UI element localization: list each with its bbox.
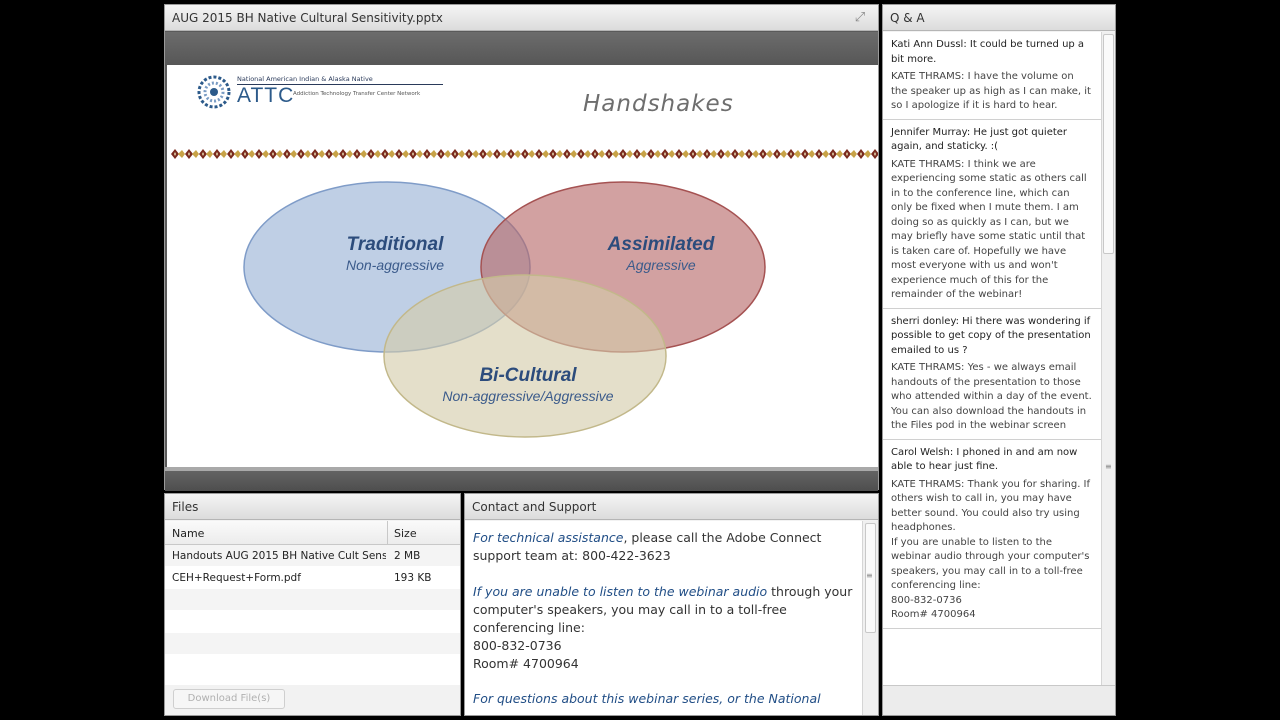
venn-label-bicultural: Bi-Cultural xyxy=(479,365,577,386)
qa-pod-header: Q & A xyxy=(883,5,1115,31)
scroll-grip-icon: ≡ xyxy=(1105,462,1112,471)
qa-question: Carol Welsh: I phoned in and am now able… xyxy=(891,446,1078,473)
file-name: CEH+Request+Form.pdf xyxy=(172,572,301,584)
contact-support-text: For technical assistance, please call th… xyxy=(465,521,862,715)
table-row[interactable]: Handouts AUG 2015 BH Native Cult Sens.pd… xyxy=(165,545,460,567)
conference-phone: 800-832-0736 xyxy=(473,638,562,653)
contact-pod-header: Contact and Support xyxy=(465,494,878,520)
qa-question: Kati Ann Dussl: It could be turned up a … xyxy=(891,39,1085,65)
table-row-empty xyxy=(165,633,460,655)
qa-scrollbar[interactable]: ≡ xyxy=(1101,32,1115,687)
venn-diagram: Traditional Non-aggressive Assimilated A… xyxy=(243,181,766,438)
qa-answer: KATE THRAMS: I think we are experiencing… xyxy=(891,158,1087,301)
qa-item[interactable]: sherri donley: Hi there was wondering if… xyxy=(883,309,1101,440)
contact-support-pod: Contact and Support For technical assist… xyxy=(464,493,879,716)
decorative-border xyxy=(171,149,878,159)
share-toolbar xyxy=(165,32,878,66)
presentation-slide: National American Indian & Alaska Native… xyxy=(167,65,878,467)
file-size: 193 KB xyxy=(394,572,432,584)
qa-answer: KATE THRAMS: I have the volume on the sp… xyxy=(891,71,1091,111)
qa-item[interactable]: Jennifer Murray: He just got quieter aga… xyxy=(883,120,1101,309)
column-header-name[interactable]: Name xyxy=(172,527,204,540)
audio-paragraph: If you are unable to listen to the webin… xyxy=(473,584,853,671)
logo-acronym: ATTC xyxy=(237,84,295,107)
file-size: 2 MB xyxy=(394,550,421,562)
slide-title: Handshakes xyxy=(583,91,734,117)
fullscreen-icon[interactable]: ⤢ xyxy=(852,11,868,25)
venn-circle-bicultural xyxy=(383,274,667,438)
questions-paragraph: For questions about this webinar series,… xyxy=(473,691,821,706)
files-pod: Files Name Size Handouts AUG 2015 BH Nat… xyxy=(164,493,461,716)
files-pod-header: Files xyxy=(165,494,460,520)
share-pod-header: AUG 2015 BH Native Cultural Sensitivity.… xyxy=(165,5,878,31)
venn-sublabel-bicultural: Non-aggressive/Aggressive xyxy=(442,388,613,404)
files-table-header: Name Size xyxy=(165,521,460,545)
adobe-connect-room: AUG 2015 BH Native Cultural Sensitivity.… xyxy=(0,0,1280,720)
table-row-empty xyxy=(165,611,460,633)
qa-pod: Q & A Kati Ann Dussl: It could be turned… xyxy=(882,4,1116,716)
scrollbar-thumb[interactable] xyxy=(1103,34,1114,254)
logo-subtitle: Addiction Technology Transfer Center Net… xyxy=(293,91,421,97)
technical-assistance-paragraph: For technical assistance, please call th… xyxy=(473,530,822,563)
qa-question: Jennifer Murray: He just got quieter aga… xyxy=(891,126,1068,153)
files-table: Name Size Handouts AUG 2015 BH Native Cu… xyxy=(165,521,460,685)
files-table-body: Handouts AUG 2015 BH Native Cult Sens.pd… xyxy=(165,545,460,677)
venn-label-assimilated: Assimilated xyxy=(607,234,715,255)
venn-sublabel-assimilated: Aggressive xyxy=(625,257,695,273)
qa-pod-title: Q & A xyxy=(890,11,925,25)
contact-scrollbar[interactable]: ≡ xyxy=(862,521,878,715)
qa-item[interactable]: Kati Ann Dussl: It could be turned up a … xyxy=(883,32,1101,120)
share-bottom-bar xyxy=(165,467,878,491)
logo-org-line: National American Indian & Alaska Native xyxy=(237,75,373,83)
download-files-button[interactable]: Download File(s) xyxy=(173,689,285,709)
share-pod-title: AUG 2015 BH Native Cultural Sensitivity.… xyxy=(172,11,443,25)
share-pod: AUG 2015 BH Native Cultural Sensitivity.… xyxy=(164,4,879,491)
qa-question: sherri donley: Hi there was wondering if… xyxy=(891,315,1091,356)
venn-sublabel-traditional: Non-aggressive xyxy=(346,257,444,273)
conference-room: Room# 4700964 xyxy=(473,656,579,671)
attc-logo-mark xyxy=(197,75,231,109)
file-name: Handouts AUG 2015 BH Native Cult Sens.pd… xyxy=(172,550,386,562)
qa-list: Kati Ann Dussl: It could be turned up a … xyxy=(883,32,1101,687)
qa-answer: KATE THRAMS: Thank you for sharing. If o… xyxy=(891,478,1091,621)
qa-input-area[interactable] xyxy=(883,685,1115,715)
qa-item[interactable]: Carol Welsh: I phoned in and am now able… xyxy=(883,440,1101,629)
attc-logo: National American Indian & Alaska Native… xyxy=(197,73,443,115)
contact-pod-title: Contact and Support xyxy=(472,500,597,514)
column-header-size[interactable]: Size xyxy=(394,527,417,540)
table-row[interactable]: CEH+Request+Form.pdf 193 KB xyxy=(165,567,460,589)
scroll-grip-icon: ≡ xyxy=(866,571,873,580)
table-row-empty xyxy=(165,655,460,677)
table-row-empty xyxy=(165,589,460,611)
venn-label-traditional: Traditional xyxy=(347,234,444,255)
qa-answer: KATE THRAMS: Yes - we always email hando… xyxy=(891,362,1092,431)
files-pod-title: Files xyxy=(172,500,199,514)
